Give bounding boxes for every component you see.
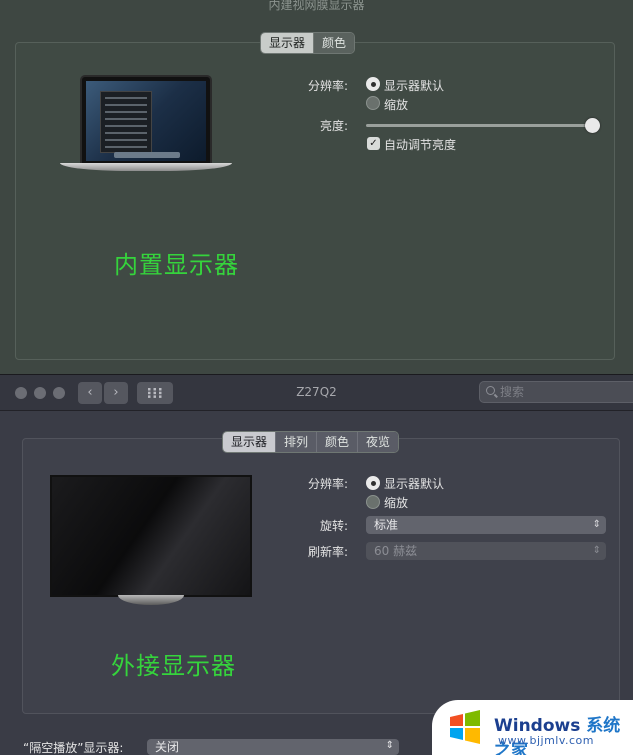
search-icon xyxy=(486,386,495,395)
resolution-scaled-label: 缩放 xyxy=(384,496,409,510)
auto-brightness-label: 自动调节亮度 xyxy=(384,138,457,152)
resolution-label: 分辨率: xyxy=(307,79,348,93)
search-placeholder: 搜索 xyxy=(500,385,525,399)
rotation-value: 标准 xyxy=(374,518,399,532)
resolution-label: 分辨率: xyxy=(307,477,348,491)
tab-night-shift[interactable]: 夜览 xyxy=(358,432,399,452)
builtin-tab-bar: 显示器 颜色 xyxy=(261,33,355,53)
refresh-rate-value: 60 赫兹 xyxy=(374,544,418,558)
tab-display[interactable]: 显示器 xyxy=(223,432,277,452)
resolution-default-radio[interactable] xyxy=(366,77,380,91)
rotation-select[interactable]: 标准 ⇕ xyxy=(366,516,606,534)
airplay-display-select[interactable]: 关闭 ⇕ xyxy=(147,739,399,755)
tab-color[interactable]: 颜色 xyxy=(317,432,359,452)
resolution-default-radio[interactable] xyxy=(366,476,380,490)
rotation-label: 旋转: xyxy=(319,519,348,533)
brightness-slider[interactable] xyxy=(366,124,594,127)
windows-logo-icon xyxy=(450,710,480,744)
tab-arrangement[interactable]: 排列 xyxy=(276,432,318,452)
search-input[interactable]: 搜索 xyxy=(479,381,633,403)
updown-arrows-icon: ⇕ xyxy=(592,545,601,556)
brightness-slider-knob[interactable] xyxy=(585,118,600,133)
laptop-image xyxy=(60,75,232,177)
refresh-rate-select[interactable]: 60 赫兹 ⇕ xyxy=(366,542,606,560)
external-tab-bar: 显示器 排列 颜色 夜览 xyxy=(223,432,399,452)
tab-color[interactable]: 颜色 xyxy=(314,33,355,53)
airplay-display-label: “隔空播放”显示器: xyxy=(23,741,124,755)
resolution-scaled-radio[interactable] xyxy=(366,495,380,509)
window-title: 内建视网膜显示器 xyxy=(268,0,365,12)
refresh-rate-label: 刷新率: xyxy=(307,545,348,559)
watermark-badge: Windows 系统之家 www.bjjmlv.com xyxy=(432,700,633,755)
auto-brightness-checkbox[interactable]: ✓ xyxy=(367,137,380,150)
airplay-display-value: 关闭 xyxy=(155,740,180,754)
resolution-default-label: 显示器默认 xyxy=(384,79,445,93)
watermark-url: www.bjjmlv.com xyxy=(498,734,594,747)
builtin-display-window: 内建视网膜显示器 显示器 颜色 分辨率: 显示器默认 缩放 亮度: ✓ 自动调节… xyxy=(0,0,633,378)
brightness-label: 亮度: xyxy=(319,119,348,133)
resolution-scaled-radio[interactable] xyxy=(366,96,380,110)
external-display-caption: 外接显示器 xyxy=(111,652,236,680)
resolution-scaled-label: 缩放 xyxy=(384,98,409,112)
updown-arrows-icon: ⇕ xyxy=(385,740,394,751)
monitor-image xyxy=(50,475,252,597)
builtin-display-caption: 内置显示器 xyxy=(114,251,239,279)
tab-display[interactable]: 显示器 xyxy=(261,33,315,53)
updown-arrows-icon: ⇕ xyxy=(592,519,601,530)
watermark-brand-name: Windows xyxy=(494,716,581,736)
external-display-window: ‹ › Z27Q2 搜索 显示器 排列 颜色 夜览 分辨率: 显示器默认 缩放 … xyxy=(0,374,633,755)
resolution-default-label: 显示器默认 xyxy=(384,477,445,491)
title-bar: ‹ › Z27Q2 搜索 xyxy=(0,375,633,411)
watermark-brand: Windows 系统之家 xyxy=(494,711,633,755)
